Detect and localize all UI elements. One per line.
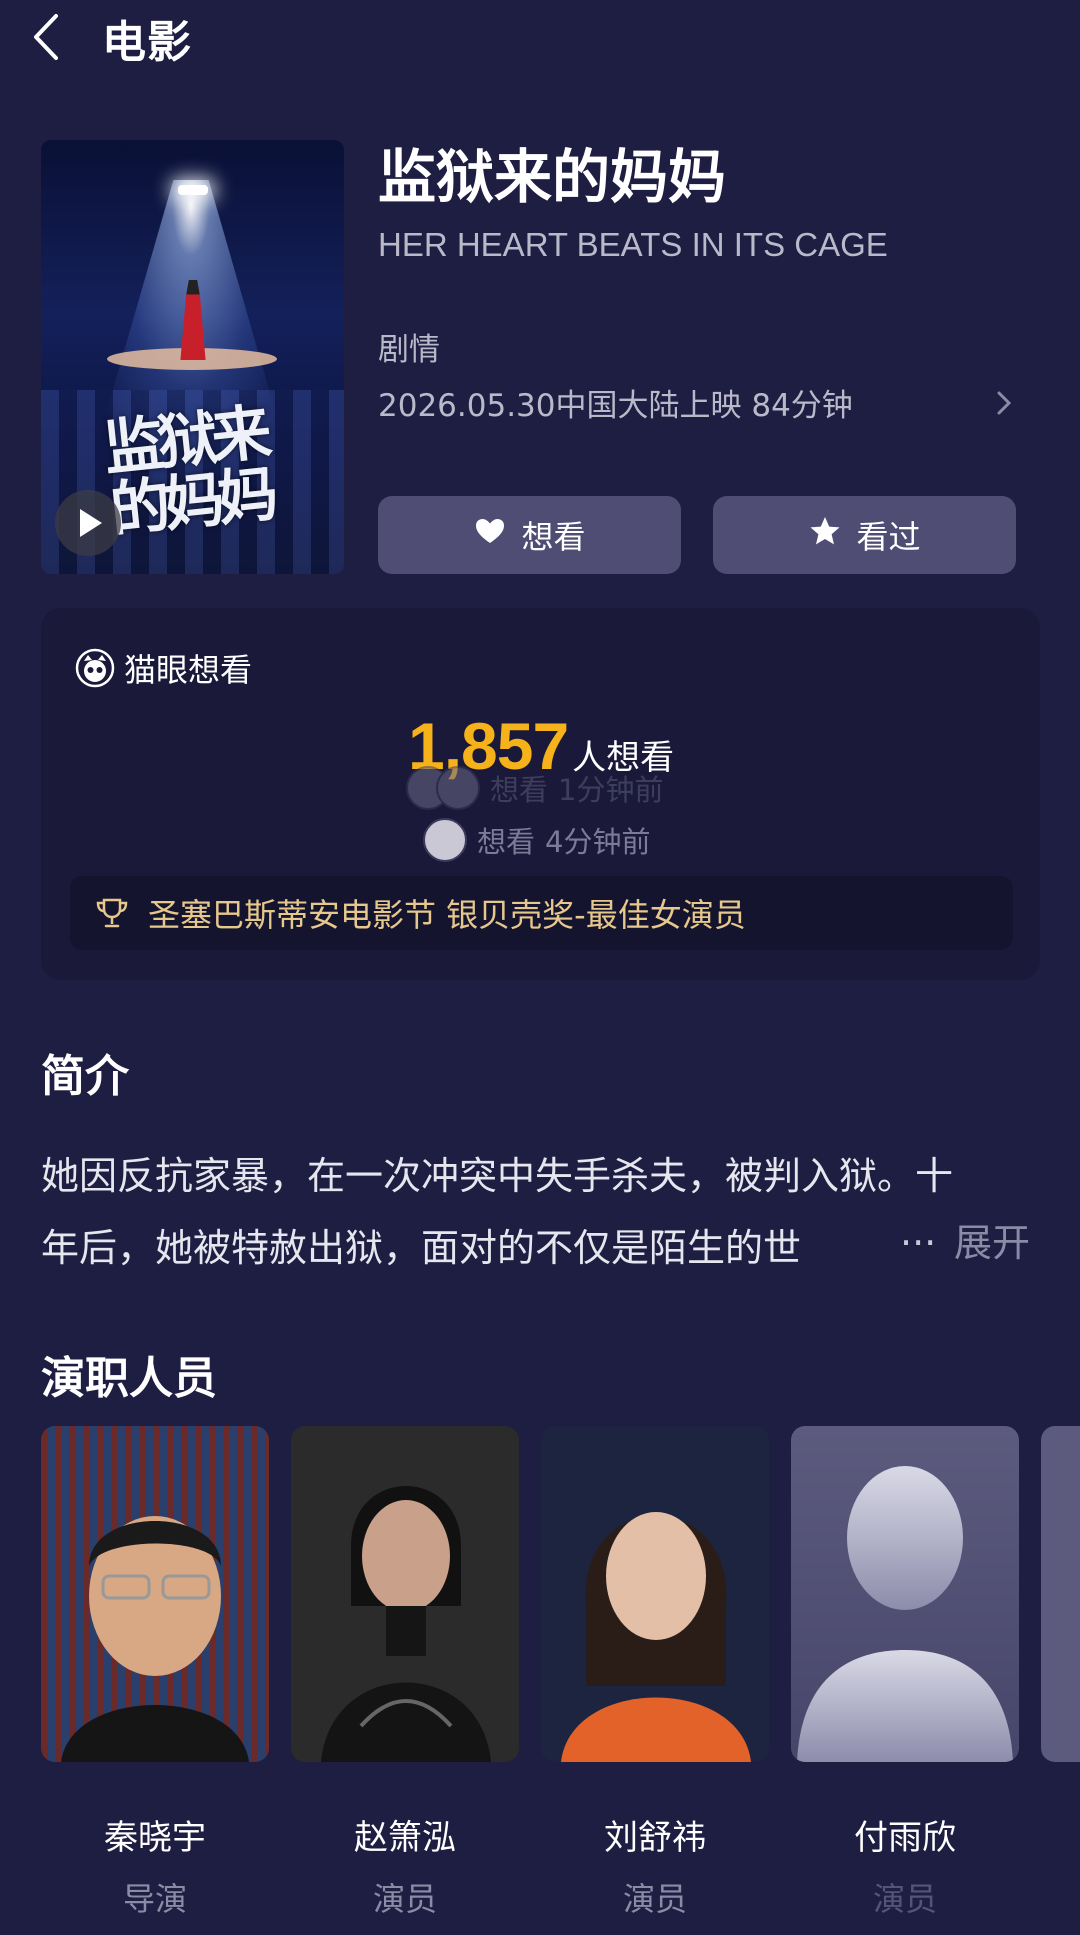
back-arrow-icon[interactable] [28,12,68,62]
chevron-right-icon [996,390,1012,416]
cast-role: 演员 [622,1880,687,1918]
cast-card-partial[interactable] [1041,1426,1080,1762]
movie-english-title: HER HEART BEATS IN ITS CAGE [378,226,888,263]
maoyan-label: 猫眼想看 [124,651,253,689]
page-title: 电影 [102,17,192,68]
watched-label: 看过 [856,518,921,556]
activity-action: 想看 [490,773,549,807]
activity-time: 1分钟前 [558,773,664,807]
cat-eye-icon [74,647,116,689]
cast-photo [541,1426,769,1762]
activity-time: 4分钟前 [545,825,651,859]
cast-role: 演员 [372,1880,437,1918]
movie-genre: 剧情 [378,332,440,368]
avatar-group [406,766,480,810]
release-info-row[interactable]: 2026.05.30中国大陆上映 84分钟 [378,376,1018,424]
trailer-play-button[interactable] [55,490,121,556]
activity-item: 想看 4分钟前 [423,818,650,862]
trophy-icon [92,893,132,933]
avatar [423,818,467,862]
activity-action: 想看 [477,825,536,859]
movie-title: 监狱来的妈妈 [378,143,727,211]
poster-calligraphy-title: 监狱来 的妈妈 [100,397,276,547]
cast-photo [41,1426,269,1762]
maoyan-header: 猫眼想看 [74,644,252,692]
poster-spotlight [178,185,208,195]
cast-card[interactable] [541,1426,769,1762]
cast-role: 导演 [122,1880,187,1918]
cast-card[interactable] [791,1426,1019,1762]
cast-name: 刘舒祎 [604,1818,706,1858]
cast-card[interactable] [291,1426,519,1762]
cast-section-title: 演职人员 [41,1353,217,1404]
intro-ellipsis: ... [900,1210,937,1254]
want-to-see-label: 想看 [521,518,586,556]
intro-line: 她因反抗家暴，在一次冲突中失手杀夫，被判入狱。十 [41,1154,954,1198]
heart-icon [473,514,507,556]
release-info: 2026.05.30中国大陆上映 84分钟 [378,388,853,424]
cast-name: 赵箫泓 [354,1818,456,1858]
cast-role: 演员 [872,1880,937,1918]
expand-link[interactable]: 展开 [954,1212,1030,1267]
award-text: 圣塞巴斯蒂安电影节 银贝壳奖-最佳女演员 [148,896,746,934]
cast-name: 付雨欣 [854,1818,956,1858]
star-icon [808,514,842,556]
movie-poster[interactable]: 监狱来 的妈妈 [41,140,344,574]
cast-card[interactable] [41,1426,269,1762]
award-bar[interactable]: 圣塞巴斯蒂安电影节 银贝壳奖-最佳女演员 [70,876,1013,950]
watched-button[interactable]: 看过 [713,496,1016,574]
intro-section-title: 简介 [41,1051,129,1102]
activity-item: 想看 1分钟前 [406,766,663,810]
want-to-see-button[interactable]: 想看 [378,496,681,574]
cast-name: 秦晓宇 [104,1818,206,1858]
intro-text[interactable]: 她因反抗家暴，在一次冲突中失手杀夫，被判入狱。十 年后，她被特赦出狱，面对的不仅… [41,1140,1031,1284]
placeholder-avatar-icon [797,1466,1013,1762]
cast-photo [291,1426,519,1762]
avatar [436,766,480,810]
intro-line: 年后，她被特赦出狱，面对的不仅是陌生的世 [41,1226,802,1270]
